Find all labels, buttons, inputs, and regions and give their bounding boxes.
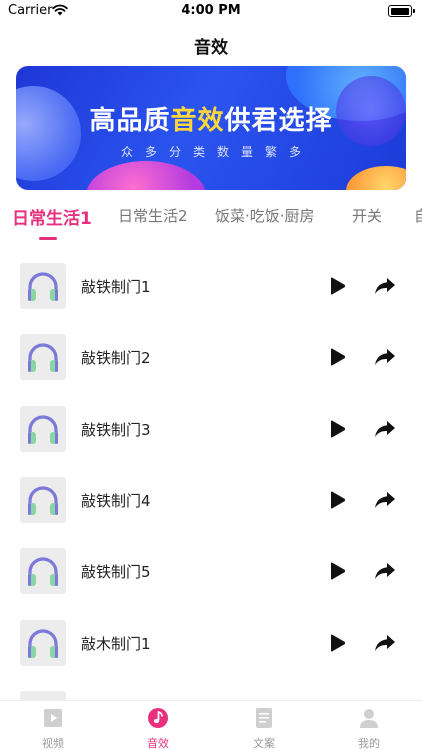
sound-title: 敲铁制门1 [81,278,151,296]
headphones-icon [20,263,66,309]
promo-banner[interactable]: 高品质音效供君选择 众多分类数量繁多 [16,66,406,190]
status-bar: Carrier 4:00 PM [0,0,422,22]
headphones-icon [20,690,66,700]
banner-decoration [86,161,206,190]
tabbar-item-copywriting[interactable]: 文案 [224,701,304,750]
play-icon[interactable] [326,346,348,368]
tabbar-item-profile[interactable]: 我的 [329,701,409,750]
headphones-icon [20,619,66,666]
tab-daily-life-1[interactable]: 日常生活1 [12,205,92,229]
tabbar-label: 我的 [358,737,380,750]
sound-row[interactable]: 敲木制门1 [0,607,422,678]
play-icon[interactable] [326,632,348,654]
sound-row[interactable] [0,678,422,700]
banner-title-pre: 高品质 [89,106,171,136]
tabbar-label: 文案 [253,737,275,750]
tab-more[interactable]: 自 [414,205,422,226]
bottom-tab-bar: 视频 音效 文案 我的 [0,700,422,750]
share-icon[interactable] [373,275,397,297]
share-icon[interactable] [373,346,397,368]
sound-list[interactable]: 敲铁制门1 敲铁制门2 敲铁制门3 敲铁制门4 敲铁制门5 敲木制门1 [0,250,422,700]
tabbar-label: 视频 [42,737,64,750]
sound-title: 敲铁制门4 [81,491,151,510]
sound-title: 敲铁制门3 [81,420,151,439]
page-title: 音效 [194,38,228,58]
tabbar-label: 音效 [147,737,169,750]
sound-title: 敲木制门1 [81,634,151,653]
tab-kitchen[interactable]: 饭菜·吃饭·厨房 [215,205,315,226]
sound-row[interactable]: 敲铁制门2 [0,321,422,392]
play-icon[interactable] [326,275,348,297]
sound-row[interactable]: 敲铁制门4 [0,464,422,535]
sound-title: 敲铁制门5 [81,563,151,582]
music-note-icon [148,708,168,728]
play-icon[interactable] [326,489,348,511]
sound-row[interactable]: 敲铁制门3 [0,393,422,464]
video-icon [44,709,62,727]
tab-daily-life-2[interactable]: 日常生活2 [118,205,188,226]
tab-switch[interactable]: 开关 [352,205,382,226]
banner-decoration [346,166,406,190]
headphones-icon [20,548,66,595]
banner-subtitle: 众多分类数量繁多 [120,145,313,159]
banner-title-highlight: 音效 [170,106,225,136]
play-icon[interactable] [326,560,348,582]
banner-title: 高品质音效供君选择 [16,100,406,137]
share-icon[interactable] [373,560,397,582]
share-icon[interactable] [373,418,397,440]
document-icon [256,708,272,728]
banner-title-post: 供君选择 [224,106,333,136]
clock: 4:00 PM [181,3,241,18]
headphones-icon [20,334,66,381]
sound-row[interactable]: 敲铁制门5 [0,535,422,606]
play-icon[interactable] [326,418,348,440]
headphones-icon [20,405,66,452]
tabbar-item-video[interactable]: 视频 [13,701,93,750]
battery-icon [388,5,415,17]
tabbar-item-sound-effects[interactable]: 音效 [118,701,198,750]
profile-icon [360,709,378,728]
share-icon[interactable] [373,489,397,511]
active-tab-indicator [39,237,57,240]
sound-title: 敲铁制门2 [81,349,151,368]
headphones-icon [20,476,66,523]
category-tabs: 日常生活1 日常生活2 饭菜·吃饭·厨房 开关 自 [0,205,422,245]
sound-row[interactable]: 敲铁制门1 [0,250,422,321]
share-icon[interactable] [373,632,397,654]
